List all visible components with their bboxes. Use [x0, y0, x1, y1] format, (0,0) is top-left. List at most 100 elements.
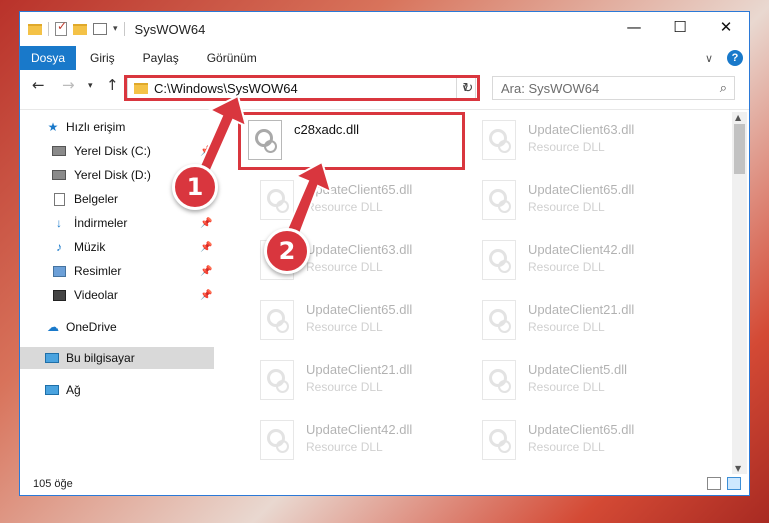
- sidebar-item-label: Yerel Disk (C:): [74, 144, 151, 158]
- sidebar-item-this-pc[interactable]: Bu bilgisayar: [20, 347, 214, 369]
- file-item[interactable]: UpdateClient21.dll Resource DLL: [482, 298, 702, 356]
- star-icon: ★: [47, 120, 59, 134]
- file-item[interactable]: UpdateClient65.dll Resource DLL: [260, 298, 480, 356]
- dll-file-icon: [260, 180, 294, 220]
- file-item[interactable]: UpdateClient42.dll Resource DLL: [260, 418, 480, 472]
- tab-file[interactable]: Dosya: [20, 46, 76, 70]
- window-title: SysWOW64: [134, 21, 206, 37]
- sidebar-item-label: Videolar: [74, 288, 118, 302]
- search-input[interactable]: Ara: SysWOW64 ⌕: [492, 76, 735, 100]
- pin-icon[interactable]: 📌: [200, 146, 212, 157]
- sidebar-item-label: Ağ: [66, 383, 81, 397]
- window-controls: — ☐ ✕: [611, 12, 749, 42]
- sidebar-item-label: OneDrive: [66, 320, 117, 334]
- recent-locations-chevron-icon[interactable]: ▾: [88, 81, 93, 91]
- sidebar-item-pictures[interactable]: Resimler 📌: [20, 260, 214, 282]
- file-name: UpdateClient65.dll: [306, 302, 413, 317]
- pin-icon[interactable]: 📌: [200, 218, 212, 229]
- quick-access-toolbar: ▾: [20, 12, 125, 46]
- vertical-scrollbar[interactable]: ▲ ▼: [732, 112, 747, 474]
- computer-icon: [45, 351, 59, 365]
- file-name: UpdateClient65.dll: [306, 182, 413, 197]
- pin-icon[interactable]: 📌: [200, 242, 212, 253]
- dll-file-icon: [482, 180, 516, 220]
- pictures-icon: [52, 264, 66, 278]
- sidebar-item-onedrive[interactable]: ☁ OneDrive: [20, 316, 214, 338]
- music-icon: ♪: [56, 240, 62, 254]
- dll-file-icon: [482, 300, 516, 340]
- file-name: UpdateClient63.dll: [306, 242, 413, 257]
- sidebar-item-local-disk-c[interactable]: Yerel Disk (C:) 📌: [20, 140, 214, 162]
- new-folder-icon[interactable]: [73, 23, 87, 35]
- tab-share[interactable]: Paylaş: [129, 46, 193, 70]
- file-type: Resource DLL: [528, 140, 605, 154]
- file-item[interactable]: UpdateClient42.dll Resource DLL: [482, 238, 702, 296]
- up-arrow-icon[interactable]: ↑: [106, 76, 119, 94]
- sidebar-item-network[interactable]: Ağ: [20, 379, 214, 401]
- sidebar-item-videos[interactable]: Videolar 📌: [20, 284, 214, 306]
- file-name: UpdateClient21.dll: [306, 362, 413, 377]
- sidebar-item-label: Bu bilgisayar: [66, 351, 135, 365]
- dll-file-icon: [482, 360, 516, 400]
- file-highlight: [238, 112, 465, 170]
- scrollbar-thumb[interactable]: [734, 124, 745, 174]
- file-name: UpdateClient65.dll: [528, 422, 635, 437]
- ribbon-tabs: Dosya Giriş Paylaş Görünüm ∨ ?: [20, 46, 749, 70]
- scroll-down-arrow-icon[interactable]: ▼: [735, 464, 741, 473]
- file-item[interactable]: UpdateClient65.dll Resource DLL: [260, 178, 480, 236]
- step-1-badge: 1: [172, 164, 218, 210]
- pin-icon[interactable]: 📌: [200, 290, 212, 301]
- drive-icon: [52, 144, 66, 158]
- sidebar-item-label: Resimler: [74, 264, 122, 278]
- file-name: UpdateClient63.dll: [528, 122, 635, 137]
- scroll-up-arrow-icon[interactable]: ▲: [735, 113, 741, 122]
- properties-check-icon[interactable]: [55, 19, 67, 36]
- documents-icon: [52, 192, 66, 206]
- file-item[interactable]: UpdateClient65.dll Resource DLL: [482, 178, 702, 236]
- ribbon-right-controls: ∨ ?: [705, 46, 743, 70]
- file-type: Resource DLL: [306, 440, 383, 454]
- file-type: Resource DLL: [306, 200, 383, 214]
- toolbar-divider: [123, 22, 125, 36]
- customize-toolbar-chevron-icon[interactable]: ▾: [113, 24, 118, 34]
- download-icon: ↓: [56, 216, 62, 230]
- dll-file-icon: [260, 420, 294, 460]
- file-type: Resource DLL: [306, 320, 383, 334]
- properties-icon[interactable]: [93, 23, 107, 35]
- sidebar-item-music[interactable]: ♪ Müzik 📌: [20, 236, 214, 258]
- file-name: UpdateClient42.dll: [528, 242, 635, 257]
- file-type: Resource DLL: [528, 200, 605, 214]
- details-view-icon[interactable]: [707, 477, 721, 490]
- network-icon: [45, 383, 59, 397]
- title-bar: ▾ SysWOW64 — ☐ ✕: [20, 12, 749, 46]
- large-icons-view-icon[interactable]: [727, 477, 741, 490]
- address-bar-highlight: [124, 75, 480, 101]
- maximize-button[interactable]: ☐: [657, 12, 703, 42]
- expand-ribbon-chevron-icon[interactable]: ∨: [705, 52, 713, 65]
- help-button[interactable]: ?: [727, 50, 743, 66]
- back-arrow-icon[interactable]: ←: [32, 76, 45, 94]
- file-item[interactable]: UpdateClient65.dll Resource DLL: [482, 418, 702, 472]
- dll-file-icon: [260, 360, 294, 400]
- tab-view[interactable]: Görünüm: [193, 46, 271, 70]
- sidebar-item-quick-access[interactable]: ★ Hızlı erişim: [20, 116, 214, 138]
- view-toggle: [707, 477, 741, 490]
- sidebar-item-label: İndirmeler: [74, 216, 128, 230]
- minimize-button[interactable]: —: [611, 12, 657, 42]
- pin-icon[interactable]: 📌: [200, 266, 212, 277]
- sidebar-item-label: Müzik: [74, 240, 106, 254]
- file-item[interactable]: UpdateClient5.dll Resource DLL: [482, 358, 702, 416]
- sidebar-item-label: Yerel Disk (D:): [74, 168, 151, 182]
- sidebar-item-label: Belgeler: [74, 192, 119, 206]
- tab-home[interactable]: Giriş: [76, 46, 129, 70]
- dll-file-icon: [482, 240, 516, 280]
- close-button[interactable]: ✕: [703, 12, 749, 42]
- folder-icon: [28, 23, 42, 35]
- dll-file-icon: [482, 420, 516, 460]
- forward-arrow-icon[interactable]: →: [62, 76, 75, 94]
- file-item[interactable]: UpdateClient63.dll Resource DLL: [482, 118, 702, 176]
- file-name: UpdateClient42.dll: [306, 422, 413, 437]
- sidebar-item-downloads[interactable]: ↓ İndirmeler 📌: [20, 212, 214, 234]
- file-type: Resource DLL: [528, 260, 605, 274]
- file-item[interactable]: UpdateClient21.dll Resource DLL: [260, 358, 480, 416]
